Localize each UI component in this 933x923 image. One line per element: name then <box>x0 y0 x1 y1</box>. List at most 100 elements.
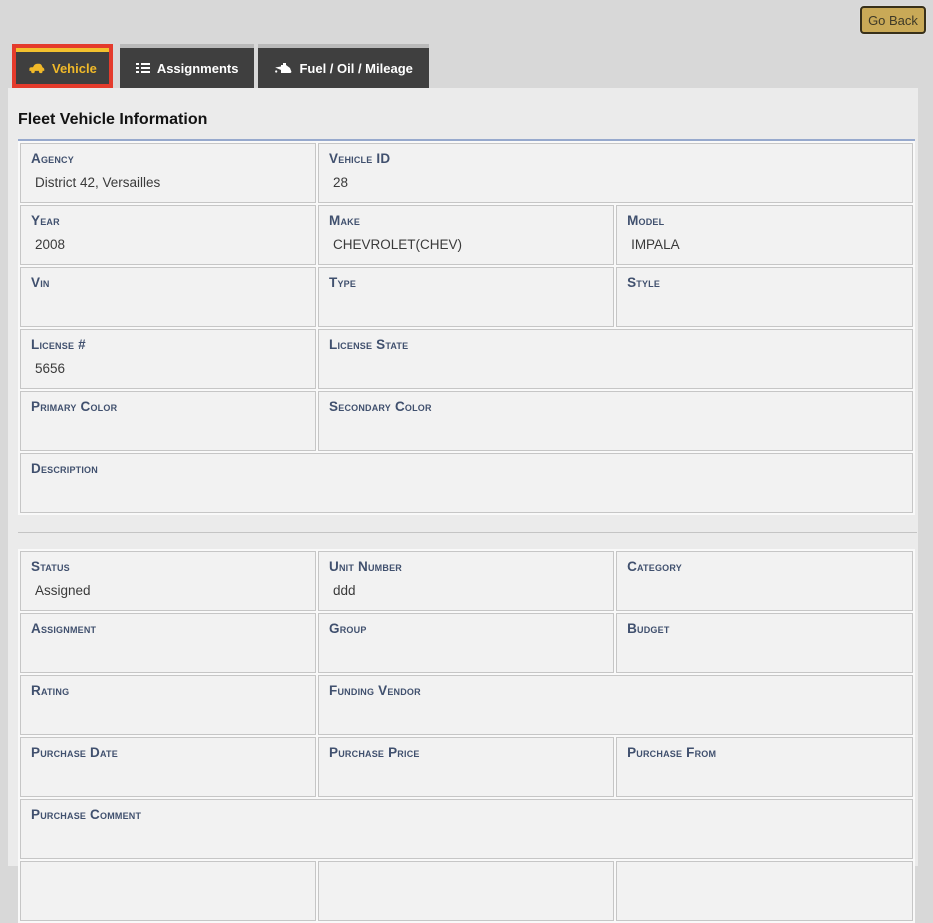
field-license-state: License State <box>318 329 913 389</box>
page-title: Fleet Vehicle Information <box>18 110 918 129</box>
field-value: Assigned <box>31 583 305 599</box>
field-group: Group <box>318 613 614 673</box>
table-row: License # 5656 License State <box>20 329 913 389</box>
field-clipped <box>616 861 913 921</box>
table-row: Agency District 42, Versailles Vehicle I… <box>20 143 913 203</box>
field-label: Secondary Color <box>329 399 902 414</box>
field-clipped <box>20 861 316 921</box>
field-secondary-color: Secondary Color <box>318 391 913 451</box>
field-value <box>329 645 603 661</box>
tab-vehicle[interactable]: Vehicle <box>16 48 109 84</box>
tab-assignments[interactable]: Assignments <box>120 44 255 88</box>
field-type: Type <box>318 267 614 327</box>
field-value: ddd <box>329 583 603 599</box>
table-row: Description <box>20 453 913 513</box>
table-row: Vin Type Style <box>20 267 913 327</box>
tab-bar: Vehicle Assignments Fuel / Oil / Mileage <box>12 44 433 88</box>
table-row: Rating Funding Vendor <box>20 675 913 735</box>
field-label: Make <box>329 213 603 228</box>
field-label: Purchase From <box>627 745 902 760</box>
field-label: Budget <box>627 621 902 636</box>
field-vehicle-id: Vehicle ID 28 <box>318 143 913 203</box>
field-label: Assignment <box>31 621 305 636</box>
field-value: CHEVROLET(CHEV) <box>329 237 603 253</box>
field-value <box>329 423 902 439</box>
field-label: Model <box>627 213 902 228</box>
field-label: Primary Color <box>31 399 305 414</box>
field-value <box>329 361 902 377</box>
field-license-number: License # 5656 <box>20 329 316 389</box>
page: { "header": { "go_back_label": "Go Back"… <box>0 0 933 866</box>
content-panel: Fleet Vehicle Information Agency Distric… <box>8 88 918 866</box>
field-value <box>627 645 902 661</box>
field-label: License # <box>31 337 305 352</box>
field-value <box>329 769 603 785</box>
field-value <box>31 645 305 661</box>
field-status: Status Assigned <box>20 551 316 611</box>
field-label: Group <box>329 621 603 636</box>
go-back-button[interactable]: Go Back <box>860 6 926 34</box>
field-value <box>31 831 902 847</box>
field-value: 2008 <box>31 237 305 253</box>
field-label: Description <box>31 461 902 476</box>
field-value: District 42, Versailles <box>31 175 305 191</box>
field-label: Purchase Comment <box>31 807 902 822</box>
field-value <box>31 769 305 785</box>
table-row: Assignment Group Budget <box>20 613 913 673</box>
table-row: Status Assigned Unit Number ddd Category <box>20 551 913 611</box>
field-budget: Budget <box>616 613 913 673</box>
field-category: Category <box>616 551 913 611</box>
field-value <box>31 707 305 723</box>
field-value <box>627 299 902 315</box>
section-divider <box>18 532 917 533</box>
vehicle-info-table: Agency District 42, Versailles Vehicle I… <box>18 139 915 515</box>
field-value <box>31 299 305 315</box>
field-purchase-from: Purchase From <box>616 737 913 797</box>
field-value: 28 <box>329 175 902 191</box>
field-label: Purchase Price <box>329 745 603 760</box>
tab-fuel-oil-mileage[interactable]: Fuel / Oil / Mileage <box>258 44 428 88</box>
table-row: Primary Color Secondary Color <box>20 391 913 451</box>
oil-can-icon <box>274 62 292 75</box>
field-label: Year <box>31 213 305 228</box>
table-row <box>20 861 913 921</box>
field-value <box>31 485 902 501</box>
field-agency: Agency District 42, Versailles <box>20 143 316 203</box>
field-label: Agency <box>31 151 305 166</box>
field-value <box>627 583 902 599</box>
vehicle-status-table: Status Assigned Unit Number ddd Category… <box>18 549 915 923</box>
field-clipped <box>318 861 614 921</box>
field-label: Rating <box>31 683 305 698</box>
field-label: Funding Vendor <box>329 683 902 698</box>
field-make: Make CHEVROLET(CHEV) <box>318 205 614 265</box>
field-value <box>627 769 902 785</box>
tab-label: Assignments <box>157 61 239 76</box>
table-row: Purchase Comment <box>20 799 913 859</box>
field-style: Style <box>616 267 913 327</box>
field-label: Status <box>31 559 305 574</box>
annotation-highlight-box: Vehicle <box>12 44 113 88</box>
field-purchase-comment: Purchase Comment <box>20 799 913 859</box>
field-label: Category <box>627 559 902 574</box>
field-model: Model IMPALA <box>616 205 913 265</box>
table-row: Year 2008 Make CHEVROLET(CHEV) Model IMP… <box>20 205 913 265</box>
field-rating: Rating <box>20 675 316 735</box>
field-primary-color: Primary Color <box>20 391 316 451</box>
field-value: IMPALA <box>627 237 902 253</box>
field-value <box>31 423 305 439</box>
field-value <box>329 707 902 723</box>
field-value: 5656 <box>31 361 305 377</box>
field-label: Style <box>627 275 902 290</box>
field-label: License State <box>329 337 902 352</box>
field-purchase-price: Purchase Price <box>318 737 614 797</box>
field-value <box>329 299 603 315</box>
list-icon <box>136 62 150 74</box>
field-funding-vendor: Funding Vendor <box>318 675 913 735</box>
field-label: Purchase Date <box>31 745 305 760</box>
field-purchase-date: Purchase Date <box>20 737 316 797</box>
field-label: Vehicle ID <box>329 151 902 166</box>
field-unit-number: Unit Number ddd <box>318 551 614 611</box>
field-label: Vin <box>31 275 305 290</box>
field-label: Unit Number <box>329 559 603 574</box>
tab-label: Fuel / Oil / Mileage <box>299 61 412 76</box>
